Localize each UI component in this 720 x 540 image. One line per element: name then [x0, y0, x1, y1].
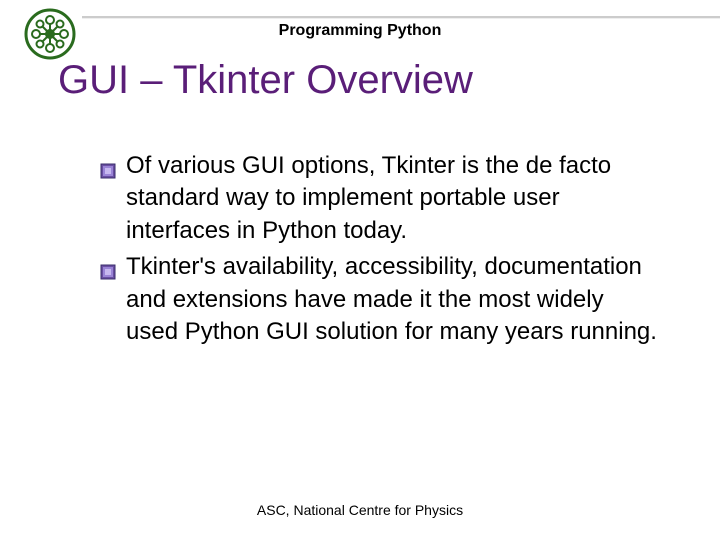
- bullet-item: Tkinter's availability, accessibility, d…: [100, 251, 660, 348]
- bullet-item: Of various GUI options, Tkinter is the d…: [100, 150, 660, 247]
- bullet-text: Of various GUI options, Tkinter is the d…: [126, 152, 611, 244]
- slide-title: GUI – Tkinter Overview: [58, 58, 473, 103]
- bullet-marker-icon: [100, 257, 116, 273]
- bullet-text: Tkinter's availability, accessibility, d…: [126, 253, 657, 345]
- bullet-marker-icon: [100, 156, 116, 172]
- content-area: Of various GUI options, Tkinter is the d…: [100, 150, 660, 352]
- course-title: Programming Python: [0, 22, 720, 40]
- header-divider: [82, 16, 720, 18]
- footer-text: ASC, National Centre for Physics: [0, 502, 720, 518]
